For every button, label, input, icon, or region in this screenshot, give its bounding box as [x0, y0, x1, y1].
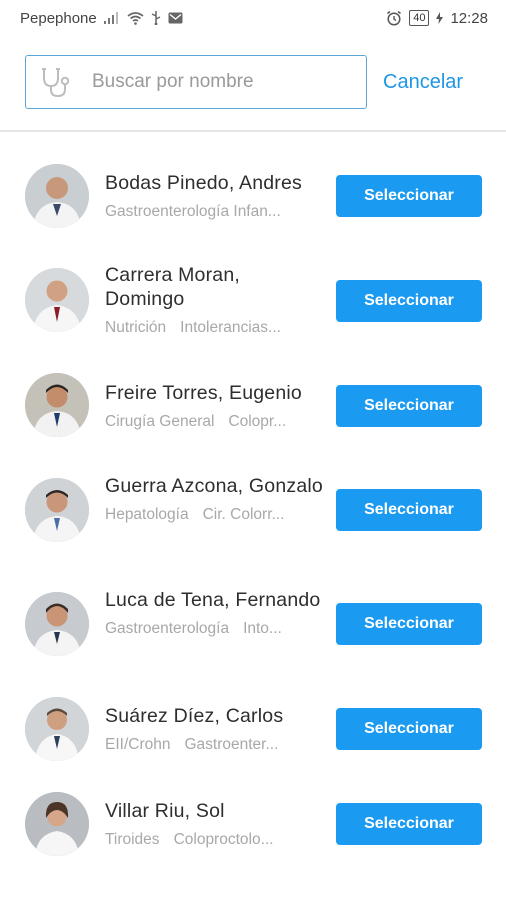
doctor-name: Guerra Azcona, Gonzalo	[105, 475, 323, 497]
signal-icon	[103, 12, 120, 24]
doctor-avatar	[25, 592, 89, 656]
search-input[interactable]	[90, 70, 314, 94]
select-button[interactable]: Seleccionar	[336, 385, 482, 427]
doctor-info: Bodas Pinedo, Andres Gastroenterología I…	[105, 171, 323, 221]
doctor-info: Carrera Moran, Domingo Nutrición Intolera…	[105, 263, 323, 337]
wifi-icon	[127, 11, 144, 25]
doctor-name: Bodas Pinedo, Andres	[105, 172, 302, 194]
doctor-avatar	[25, 478, 89, 542]
doctor-name: Carrera Moran, Domingo	[105, 264, 241, 310]
carrier-label: Pepephone	[20, 9, 97, 27]
doctor-specialties: Gastroenterología Infan...	[105, 203, 323, 221]
mail-icon	[168, 12, 183, 24]
doctor-avatar	[25, 697, 89, 761]
stethoscope-icon	[38, 65, 72, 99]
search-header: Cancelar	[25, 55, 481, 109]
doctor-avatar	[25, 268, 89, 332]
doctor-name: Suárez Díez, Carlos	[105, 705, 284, 727]
select-button[interactable]: Seleccionar	[336, 280, 482, 322]
doctor-specialties: Hepatología Cir. Colorr...	[105, 506, 323, 524]
doctor-avatar	[25, 373, 89, 437]
specialty: Colopr...	[228, 413, 287, 430]
doctor-info: Freire Torres, Eugenio Cirugía General Co…	[105, 381, 323, 431]
doctor-specialties: Tiroides Coloproctolo...	[105, 831, 323, 849]
doctor-info: Guerra Azcona, Gonzalo Hepatología Cir. C…	[105, 474, 323, 524]
battery-level: 40	[413, 12, 426, 24]
cancel-button[interactable]: Cancelar	[383, 71, 463, 94]
select-button[interactable]: Seleccionar	[336, 603, 482, 645]
select-button[interactable]: Seleccionar	[336, 175, 482, 217]
specialty: Tiroides	[105, 831, 160, 848]
doctor-specialties: Nutrición Intolerancias...	[105, 319, 323, 337]
doctor-specialties: EII/Crohn Gastroenter...	[105, 736, 323, 754]
header-divider	[0, 130, 506, 132]
select-button[interactable]: Seleccionar	[336, 803, 482, 845]
search-box[interactable]	[25, 55, 367, 109]
doctor-name: Villar Riu, Sol	[105, 800, 225, 822]
clock: 12:28	[450, 9, 488, 27]
doctor-info: Suárez Díez, Carlos EII/Crohn Gastroenter…	[105, 704, 323, 754]
select-button[interactable]: Seleccionar	[336, 708, 482, 750]
charging-icon	[436, 12, 444, 24]
specialty: Into...	[243, 620, 282, 637]
doctor-info: Villar Riu, Sol Tiroides Coloproctolo...	[105, 799, 323, 849]
specialty: Cirugía General	[105, 413, 215, 430]
specialty: Intolerancias...	[180, 319, 281, 336]
specialty: Gastroenter...	[184, 736, 279, 753]
usb-icon	[151, 11, 161, 25]
specialty: Coloproctolo...	[173, 831, 274, 848]
specialty: Cir. Colorr...	[202, 506, 285, 523]
battery-icon: 40	[409, 10, 430, 26]
specialty: Gastroenterología Infan...	[105, 203, 281, 220]
doctor-name: Freire Torres, Eugenio	[105, 382, 302, 404]
doctor-avatar	[25, 164, 89, 228]
select-button[interactable]: Seleccionar	[336, 489, 482, 531]
specialty: Hepatología	[105, 506, 189, 523]
status-bar: Pepephone 40 12:28	[0, 0, 506, 36]
specialty: EII/Crohn	[105, 736, 171, 753]
alarm-icon	[386, 10, 402, 26]
doctor-info: Luca de Tena, Fernando Gastroenterología…	[105, 588, 323, 638]
doctor-name: Luca de Tena, Fernando	[105, 589, 321, 611]
doctor-specialties: Cirugía General Colopr...	[105, 413, 323, 431]
status-left: Pepephone	[20, 10, 183, 27]
specialty: Nutrición	[105, 319, 167, 336]
status-right: 40 12:28	[386, 10, 488, 27]
doctor-avatar	[25, 792, 89, 856]
doctor-specialties: Gastroenterología Into...	[105, 620, 323, 638]
specialty: Gastroenterología	[105, 620, 230, 637]
